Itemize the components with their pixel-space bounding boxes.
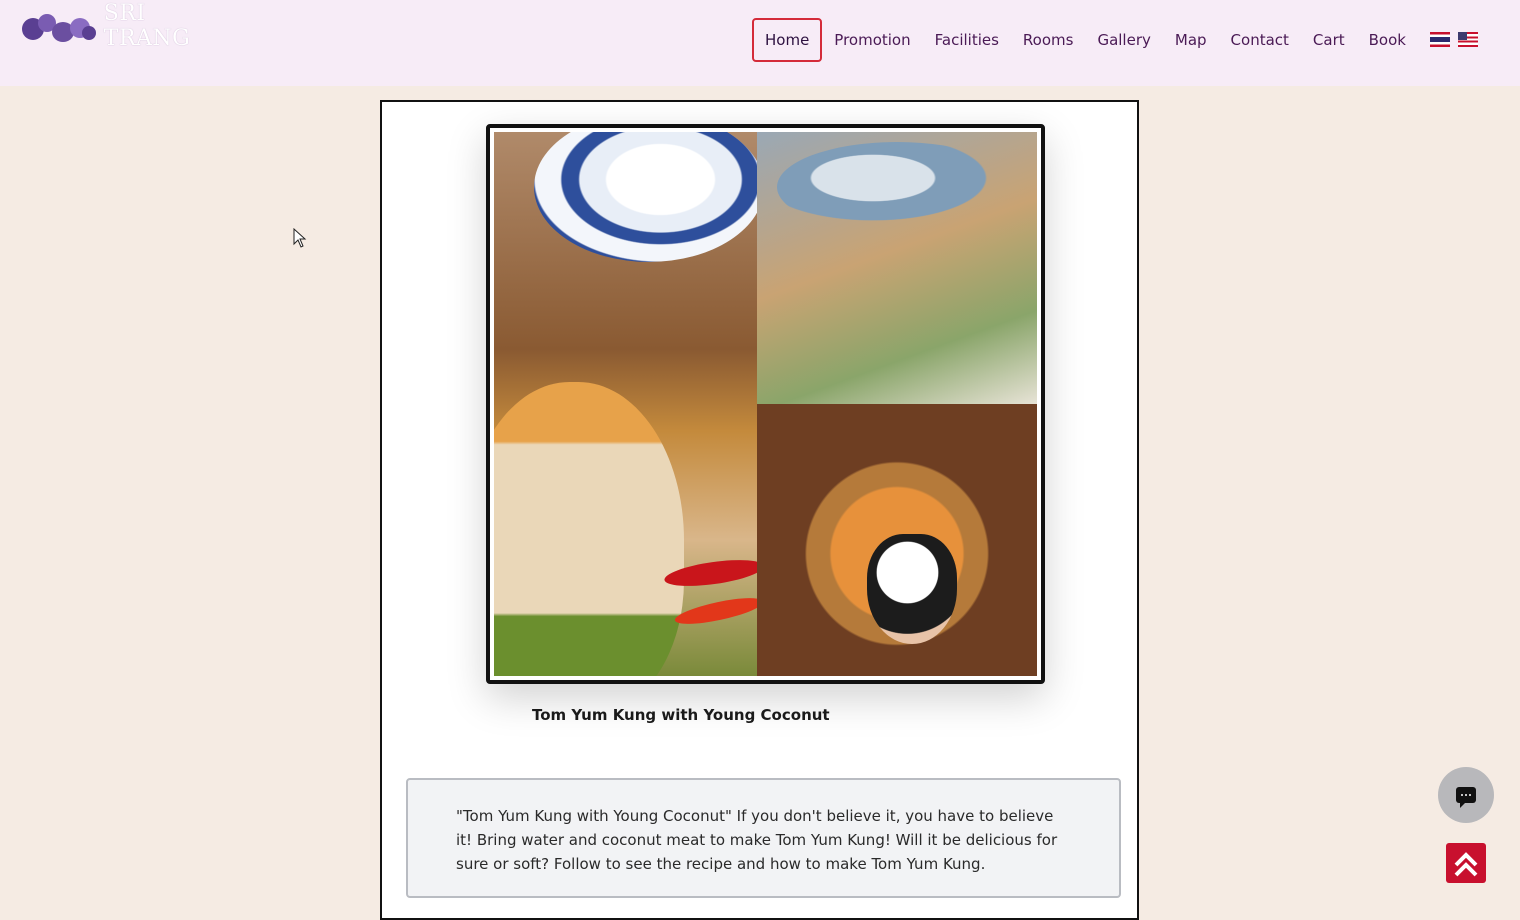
food-photo-frame [486, 124, 1045, 684]
logo-flowers-graphic [16, 12, 98, 46]
nav-promotion[interactable]: Promotion [822, 18, 922, 62]
prawn-broth-photo [757, 132, 1037, 404]
tom-yum-collage-image[interactable] [494, 132, 1037, 676]
logo-text: SRI TRANG [103, 1, 191, 51]
chat-icon [1456, 787, 1476, 808]
nav-gallery[interactable]: Gallery [1085, 18, 1162, 62]
nav-book[interactable]: Book [1357, 18, 1418, 62]
image-caption: Tom Yum Kung with Young Coconut [532, 706, 830, 724]
coconut-pour-photo [757, 404, 1037, 676]
nav-rooms[interactable]: Rooms [1011, 18, 1086, 62]
mouse-cursor-icon [293, 228, 307, 248]
coconut-soup-photo [494, 132, 757, 676]
nav-contact[interactable]: Contact [1219, 18, 1301, 62]
double-chevron-up-icon [1454, 852, 1478, 877]
thai-flag-icon[interactable] [1430, 32, 1450, 47]
nav-home[interactable]: Home [752, 18, 823, 62]
chat-button[interactable] [1438, 767, 1494, 823]
nav-facilities[interactable]: Facilities [923, 18, 1011, 62]
us-flag-icon[interactable] [1458, 32, 1478, 47]
nav-map[interactable]: Map [1163, 18, 1219, 62]
description-box: "Tom Yum Kung with Young Coconut" If you… [406, 778, 1121, 898]
main-nav: Home Promotion Facilities Rooms Gallery … [752, 18, 1418, 62]
language-switcher [1430, 32, 1478, 47]
recipe-card: Tom Yum Kung with Young Coconut "Tom Yum… [380, 100, 1139, 920]
site-logo[interactable]: SRI TRANG [16, 1, 236, 51]
scroll-to-top-button[interactable] [1446, 843, 1486, 883]
description-text: "Tom Yum Kung with Young Coconut" If you… [456, 807, 1058, 873]
nav-cart[interactable]: Cart [1301, 18, 1357, 62]
site-header: SRI TRANG Home Promotion Facilities Room… [0, 0, 1520, 86]
